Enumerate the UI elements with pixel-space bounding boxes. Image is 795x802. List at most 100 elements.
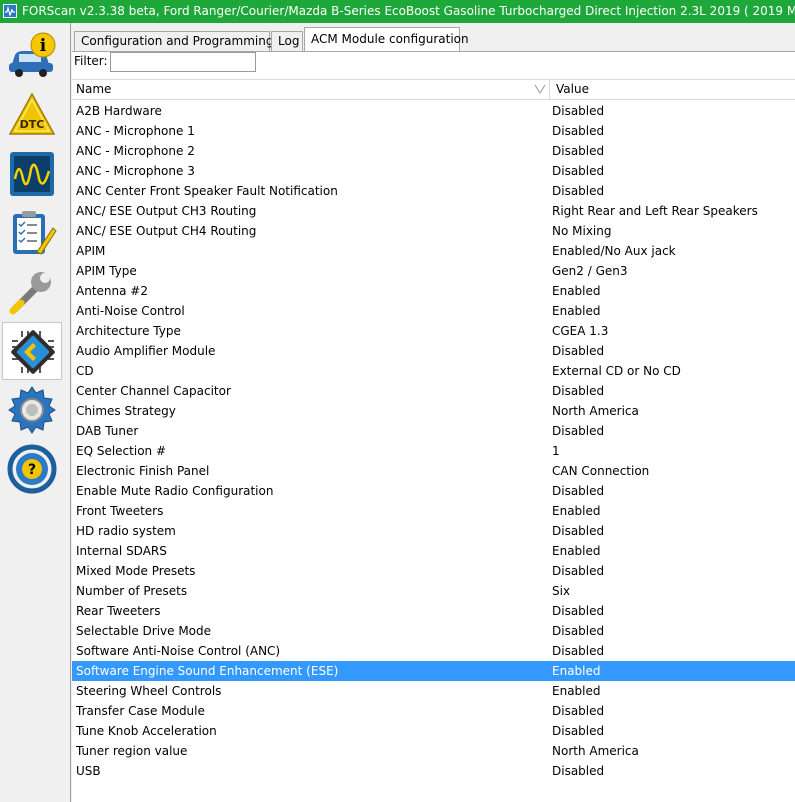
- table-row[interactable]: Mixed Mode Presets Disabled: [72, 561, 795, 581]
- parameter-value[interactable]: Enabled: [552, 501, 601, 521]
- parameter-name: ANC Center Front Speaker Fault Notificat…: [76, 184, 338, 198]
- parameter-value[interactable]: Enabled: [552, 661, 601, 681]
- table-row[interactable]: Tuner region value North America: [72, 741, 795, 761]
- module-config-chip-icon: [11, 330, 55, 374]
- sidebar-item-oscilloscope[interactable]: [2, 145, 62, 203]
- parameter-value[interactable]: External CD or No CD: [552, 361, 681, 381]
- parameter-value[interactable]: Disabled: [552, 701, 604, 721]
- table-row[interactable]: HD radio system Disabled: [72, 521, 795, 541]
- parameter-value[interactable]: Disabled: [552, 761, 604, 781]
- sort-descending-icon: [534, 84, 546, 94]
- svg-text:DTC: DTC: [20, 118, 45, 131]
- sidebar-item-help[interactable]: ?: [2, 440, 62, 498]
- parameter-value[interactable]: Six: [552, 581, 570, 601]
- parameter-name: ANC/ ESE Output CH4 Routing: [76, 224, 257, 238]
- column-header-name[interactable]: Name: [72, 80, 550, 99]
- table-row[interactable]: ANC - Microphone 2 Disabled: [72, 141, 795, 161]
- table-row[interactable]: Front Tweeters Enabled: [72, 501, 795, 521]
- table-row[interactable]: APIM Enabled/No Aux jack: [72, 241, 795, 261]
- parameter-name: Mixed Mode Presets: [76, 564, 196, 578]
- table-row[interactable]: ANC Center Front Speaker Fault Notificat…: [72, 181, 795, 201]
- parameter-value[interactable]: CAN Connection: [552, 461, 649, 481]
- sidebar-item-service[interactable]: [2, 263, 62, 321]
- vehicle-info-icon: i: [9, 32, 56, 77]
- parameter-value[interactable]: Disabled: [552, 421, 604, 441]
- table-row[interactable]: Software Engine Sound Enhancement (ESE) E…: [72, 661, 795, 681]
- parameter-value[interactable]: North America: [552, 741, 639, 761]
- parameter-name: Chimes Strategy: [76, 404, 176, 418]
- table-row[interactable]: Center Channel Capacitor Disabled: [72, 381, 795, 401]
- table-row[interactable]: Chimes Strategy North America: [72, 401, 795, 421]
- parameter-value[interactable]: North America: [552, 401, 639, 421]
- sidebar-item-configuration[interactable]: [2, 322, 62, 380]
- parameter-value[interactable]: Enabled: [552, 301, 601, 321]
- table-row[interactable]: Audio Amplifier Module Disabled: [72, 341, 795, 361]
- table-row[interactable]: Antenna #2 Enabled: [72, 281, 795, 301]
- parameter-value[interactable]: Right Rear and Left Rear Speakers: [552, 201, 758, 221]
- parameter-value[interactable]: Disabled: [552, 481, 604, 501]
- parameter-value[interactable]: Disabled: [552, 721, 604, 741]
- tab-configuration-and-programming[interactable]: Configuration and Programming: [74, 31, 273, 51]
- parameter-value[interactable]: Disabled: [552, 121, 604, 141]
- filter-input[interactable]: [110, 52, 256, 72]
- parameter-value[interactable]: Disabled: [552, 601, 604, 621]
- parameter-value[interactable]: Disabled: [552, 341, 604, 361]
- column-header-value[interactable]: Value: [552, 80, 795, 99]
- parameter-value[interactable]: No Mixing: [552, 221, 611, 241]
- table-row[interactable]: Enable Mute Radio Configuration Disabled: [72, 481, 795, 501]
- parameter-value[interactable]: CGEA 1.3: [552, 321, 608, 341]
- sidebar-item-tests[interactable]: [2, 204, 62, 262]
- parameter-value[interactable]: Gen2 / Gen3: [552, 261, 628, 281]
- svg-text:i: i: [40, 36, 47, 56]
- table-row[interactable]: USB Disabled: [72, 761, 795, 781]
- table-row[interactable]: ANC - Microphone 1 Disabled: [72, 121, 795, 141]
- settings-gear-icon: [8, 386, 56, 434]
- table-row[interactable]: Number of Presets Six: [72, 581, 795, 601]
- tab-log[interactable]: Log: [271, 31, 303, 51]
- parameter-value[interactable]: Disabled: [552, 161, 604, 181]
- table-row[interactable]: DAB Tuner Disabled: [72, 421, 795, 441]
- table-row[interactable]: ANC/ ESE Output CH4 Routing No Mixing: [72, 221, 795, 241]
- parameter-value[interactable]: Disabled: [552, 641, 604, 661]
- parameter-value[interactable]: Enabled/No Aux jack: [552, 241, 676, 261]
- parameter-value[interactable]: Disabled: [552, 181, 604, 201]
- table-header: Name Value: [72, 79, 795, 100]
- title-bar[interactable]: FORScan v2.3.38 beta, Ford Ranger/Courie…: [0, 0, 795, 23]
- table-row[interactable]: Transfer Case Module Disabled: [72, 701, 795, 721]
- parameter-value[interactable]: 1: [552, 441, 560, 461]
- sidebar-item-settings[interactable]: [2, 381, 62, 439]
- table-row[interactable]: Internal SDARS Enabled: [72, 541, 795, 561]
- sidebar-item-dtc[interactable]: DTC: [2, 86, 62, 144]
- table-row[interactable]: EQ Selection # 1: [72, 441, 795, 461]
- parameter-value[interactable]: Disabled: [552, 561, 604, 581]
- table-row[interactable]: Anti-Noise Control Enabled: [72, 301, 795, 321]
- table-row[interactable]: ANC/ ESE Output CH3 Routing Right Rear an…: [72, 201, 795, 221]
- table-row[interactable]: ANC - Microphone 3 Disabled: [72, 161, 795, 181]
- parameter-value[interactable]: Disabled: [552, 521, 604, 541]
- parameter-value[interactable]: Enabled: [552, 541, 601, 561]
- parameter-value[interactable]: Disabled: [552, 621, 604, 641]
- tab-acm-module-configuration[interactable]: ACM Module configuration: [304, 27, 469, 52]
- table-row[interactable]: Tune Knob Acceleration Disabled: [72, 721, 795, 741]
- table-row[interactable]: Architecture Type CGEA 1.3: [72, 321, 795, 341]
- table-row[interactable]: Rear Tweeters Disabled: [72, 601, 795, 621]
- table-row[interactable]: A2B Hardware Disabled: [72, 101, 795, 121]
- table-row[interactable]: Steering Wheel Controls Enabled: [72, 681, 795, 701]
- service-wrench-icon: [9, 272, 51, 315]
- filter-label: Filter:: [74, 54, 108, 68]
- table-row[interactable]: APIM Type Gen2 / Gen3: [72, 261, 795, 281]
- table-row[interactable]: Electronic Finish Panel CAN Connection: [72, 461, 795, 481]
- parameter-name: Enable Mute Radio Configuration: [76, 484, 274, 498]
- parameter-value[interactable]: Disabled: [552, 381, 604, 401]
- table-row[interactable]: Software Anti-Noise Control (ANC) Disable…: [72, 641, 795, 661]
- parameter-name: ANC - Microphone 2: [76, 144, 195, 158]
- parameter-value[interactable]: Disabled: [552, 141, 604, 161]
- sidebar-item-vehicle-info[interactable]: i: [2, 27, 62, 85]
- parameter-value[interactable]: Enabled: [552, 281, 601, 301]
- table-row[interactable]: Selectable Drive Mode Disabled: [72, 621, 795, 641]
- parameter-value[interactable]: Enabled: [552, 681, 601, 701]
- window-title: FORScan v2.3.38 beta, Ford Ranger/Courie…: [22, 4, 795, 18]
- table-row[interactable]: CD External CD or No CD: [72, 361, 795, 381]
- parameter-value[interactable]: Disabled: [552, 101, 604, 121]
- parameter-name: USB: [76, 764, 101, 778]
